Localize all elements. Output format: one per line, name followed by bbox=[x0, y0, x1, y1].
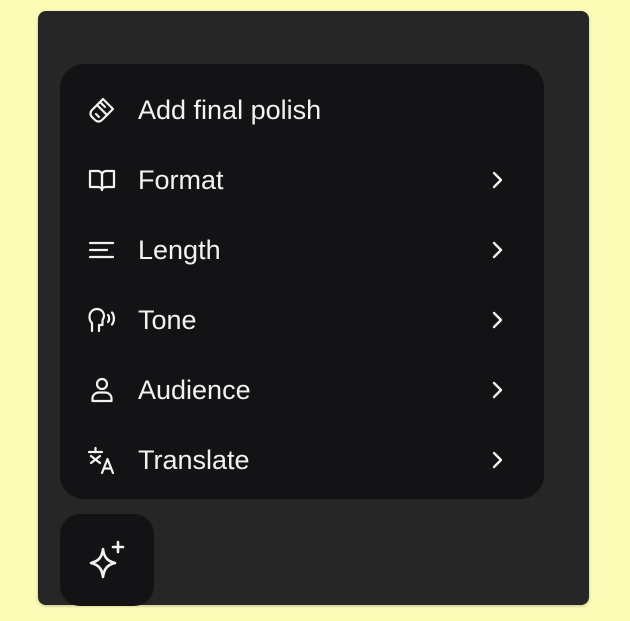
menu-item-label: Translate bbox=[138, 445, 250, 475]
chevron-right-icon bbox=[487, 237, 509, 263]
menu-item-label: Audience bbox=[138, 375, 251, 405]
chevron-right-icon bbox=[487, 167, 509, 193]
writing-tools-panel: Add final polish Format Length Tone Audi… bbox=[38, 11, 589, 606]
menu-item-audience[interactable]: Audience bbox=[60, 360, 544, 420]
menu-item-length[interactable]: Length bbox=[60, 220, 544, 280]
book-open-icon bbox=[86, 164, 118, 196]
menu-item-add-final-polish[interactable]: Add final polish bbox=[60, 80, 544, 140]
menu-item-label: Format bbox=[138, 165, 224, 195]
chevron-right-icon bbox=[487, 377, 509, 403]
menu-item-label: Tone bbox=[138, 305, 197, 335]
user-icon bbox=[86, 374, 118, 406]
menu-item-format[interactable]: Format bbox=[60, 150, 544, 210]
menu-item-translate[interactable]: Translate bbox=[60, 430, 544, 490]
menu-item-label: Add final polish bbox=[138, 95, 322, 125]
writing-tools-menu: Add final polish Format Length Tone Audi… bbox=[60, 64, 544, 499]
paintbrush-icon bbox=[86, 94, 118, 126]
chevron-right-icon bbox=[487, 307, 509, 333]
chevron-right-icon bbox=[487, 447, 509, 473]
menu-item-label: Length bbox=[138, 235, 221, 265]
speaking-head-icon bbox=[86, 304, 118, 336]
writing-tools-button[interactable] bbox=[60, 514, 154, 606]
translate-icon bbox=[86, 444, 118, 476]
text-lines-icon bbox=[86, 234, 118, 266]
menu-item-tone[interactable]: Tone bbox=[60, 290, 544, 350]
sparkles-icon bbox=[89, 540, 125, 579]
